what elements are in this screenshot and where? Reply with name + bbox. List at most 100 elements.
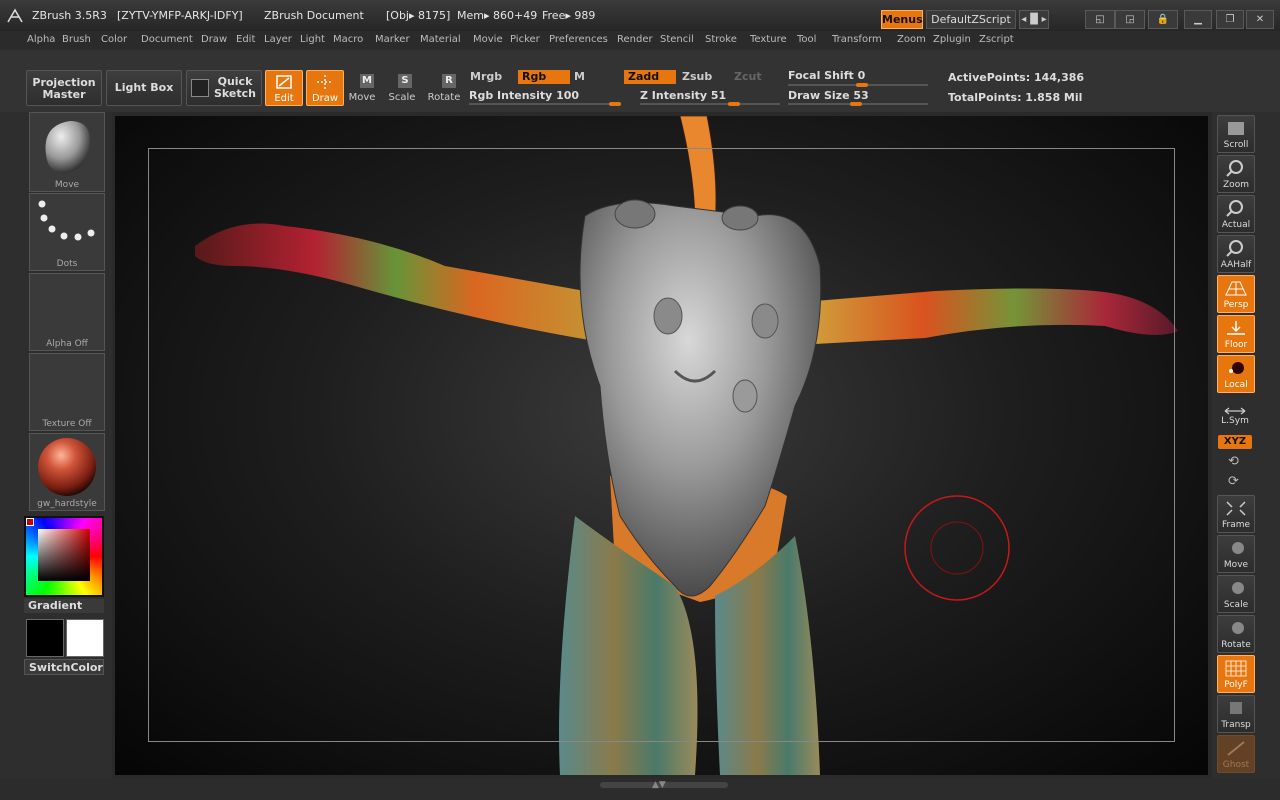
- rgb-button[interactable]: Rgb: [518, 70, 570, 84]
- default-zscript-button[interactable]: DefaultZScript: [926, 10, 1016, 29]
- mrgb-button[interactable]: Mrgb: [466, 70, 518, 84]
- rgb-intensity-knob[interactable]: [609, 102, 621, 106]
- menu-color[interactable]: Color: [101, 34, 127, 45]
- stroke-selector[interactable]: Dots: [29, 193, 105, 271]
- menu-stencil[interactable]: Stencil: [660, 34, 694, 45]
- menu-zplugin[interactable]: Zplugin: [933, 34, 971, 45]
- transp-button[interactable]: Transp: [1217, 695, 1255, 733]
- menu-material[interactable]: Material: [420, 34, 461, 45]
- menu-edit[interactable]: Edit: [236, 34, 255, 45]
- menu-brush[interactable]: Brush: [62, 34, 91, 45]
- app-name: ZBrush 3.5R3: [32, 9, 107, 22]
- menu-light[interactable]: Light: [300, 34, 325, 45]
- lsym-button[interactable]: L.Sym: [1217, 396, 1253, 428]
- rotate-z-icon[interactable]: ⟳: [1228, 474, 1239, 489]
- menu-tool[interactable]: Tool: [797, 34, 816, 45]
- light-box-button[interactable]: Light Box: [106, 70, 182, 106]
- polyf-button[interactable]: PolyF: [1217, 655, 1255, 693]
- move-label: Move: [348, 92, 376, 103]
- focal-shift-knob[interactable]: [856, 83, 868, 87]
- scale-view-button[interactable]: Scale: [1217, 575, 1255, 613]
- edit-mode-button[interactable]: Edit: [265, 70, 303, 106]
- rgb-intensity-track[interactable]: [469, 103, 621, 105]
- gradient-button[interactable]: Gradient: [24, 599, 104, 613]
- draw-size-label: Draw Size: [788, 89, 850, 102]
- floor-button[interactable]: Floor: [1217, 315, 1255, 353]
- aahalf-button[interactable]: AAHalf: [1217, 235, 1255, 273]
- draw-size-slider[interactable]: Draw Size 53: [788, 89, 869, 102]
- brush-label: Move: [54, 180, 80, 190]
- menu-macro[interactable]: Macro: [333, 34, 363, 45]
- z-intensity-knob[interactable]: [728, 102, 740, 106]
- tray-arrows-icon[interactable]: ▲▼: [652, 780, 666, 790]
- focal-shift-label: Focal Shift: [788, 69, 854, 82]
- color-picker[interactable]: [24, 516, 104, 597]
- secondary-color-swatch[interactable]: [66, 619, 104, 657]
- ghost-button[interactable]: Ghost: [1217, 735, 1255, 773]
- menu-picker[interactable]: Picker: [510, 34, 540, 45]
- menu-preferences[interactable]: Preferences: [549, 34, 608, 45]
- xyz-label: XYZ: [1223, 436, 1247, 447]
- switch-color-button[interactable]: SwitchColor: [24, 659, 104, 675]
- texture-selector[interactable]: Texture Off: [29, 353, 105, 431]
- scroll-button[interactable]: Scroll: [1217, 115, 1255, 153]
- menu-zoom[interactable]: Zoom: [897, 34, 926, 45]
- focal-shift-slider[interactable]: Focal Shift 0: [788, 69, 865, 82]
- document-canvas[interactable]: [115, 116, 1208, 775]
- perspective-grid-icon: [1225, 281, 1247, 296]
- zoom-button[interactable]: Zoom: [1217, 155, 1255, 193]
- zadd-button[interactable]: Zadd: [624, 70, 676, 84]
- close-icon[interactable]: ✕: [1246, 10, 1274, 29]
- zsub-button[interactable]: Zsub: [678, 70, 730, 84]
- menu-transform[interactable]: Transform: [832, 34, 882, 45]
- brush-selector[interactable]: Move: [29, 112, 105, 192]
- draw-mode-button[interactable]: Draw: [306, 70, 344, 106]
- minimize-icon[interactable]: ▁: [1184, 10, 1212, 29]
- layout-a-icon[interactable]: ◱: [1085, 10, 1115, 29]
- saturation-square[interactable]: [38, 529, 90, 581]
- draw-size-knob[interactable]: [850, 102, 862, 106]
- rotate-mode-button[interactable]: R Rotate: [426, 70, 462, 104]
- z-intensity-track[interactable]: [640, 103, 780, 105]
- stroke-label: Dots: [56, 259, 78, 269]
- menu-render[interactable]: Render: [617, 34, 653, 45]
- lock-icon[interactable]: 🔒: [1148, 10, 1178, 29]
- menu-movie[interactable]: Movie: [473, 34, 503, 45]
- menu-layer[interactable]: Layer: [264, 34, 292, 45]
- menu-document[interactable]: Document: [141, 34, 193, 45]
- material-selector[interactable]: gw_hardstyle: [29, 433, 105, 511]
- frame-button[interactable]: Frame: [1217, 495, 1255, 533]
- menu-zscript[interactable]: Zscript: [979, 34, 1014, 45]
- projection-master-button[interactable]: Projection Master: [26, 70, 102, 106]
- menu-draw[interactable]: Draw: [201, 34, 227, 45]
- rotate-view-button[interactable]: Rotate: [1217, 615, 1255, 653]
- maximize-icon[interactable]: ❐: [1216, 10, 1244, 29]
- menu-alpha[interactable]: Alpha: [27, 34, 55, 45]
- lsym-arrows-icon: [1224, 407, 1246, 415]
- draw-label: Draw: [311, 93, 339, 104]
- menus-toggle-button[interactable]: Menus: [881, 10, 923, 29]
- move-mode-button[interactable]: M Move: [346, 70, 378, 104]
- layout-b-icon[interactable]: ◲: [1115, 10, 1145, 29]
- actual-size-button[interactable]: Actual: [1217, 195, 1255, 233]
- alpha-selector[interactable]: Alpha Off: [29, 273, 105, 351]
- scroll-arrows-icon[interactable]: ◂▐▌▸: [1019, 10, 1049, 29]
- quick-sketch-icon: [191, 79, 209, 97]
- main-color-swatch[interactable]: [26, 619, 64, 657]
- persp-button[interactable]: Persp: [1217, 275, 1255, 313]
- z-intensity-slider[interactable]: Z Intensity 51: [640, 89, 726, 102]
- menu-stroke[interactable]: Stroke: [705, 34, 737, 45]
- local-button[interactable]: Local: [1217, 355, 1255, 393]
- menu-marker[interactable]: Marker: [375, 34, 410, 45]
- rgb-intensity-slider[interactable]: Rgb Intensity 100: [469, 89, 579, 102]
- zcut-button[interactable]: Zcut: [730, 70, 782, 84]
- m-button[interactable]: M: [570, 70, 622, 84]
- scale-mode-button[interactable]: S Scale: [386, 70, 418, 104]
- move-view-button[interactable]: Move: [1217, 535, 1255, 573]
- menu-texture[interactable]: Texture: [750, 34, 787, 45]
- free-memory: Free▸ 989: [542, 9, 596, 22]
- rgb-intensity-value: 100: [556, 89, 580, 102]
- rotate-y-icon[interactable]: ⟲: [1228, 454, 1239, 469]
- quick-sketch-button[interactable]: Quick Sketch: [186, 70, 262, 106]
- xyz-button[interactable]: XYZ: [1218, 435, 1252, 449]
